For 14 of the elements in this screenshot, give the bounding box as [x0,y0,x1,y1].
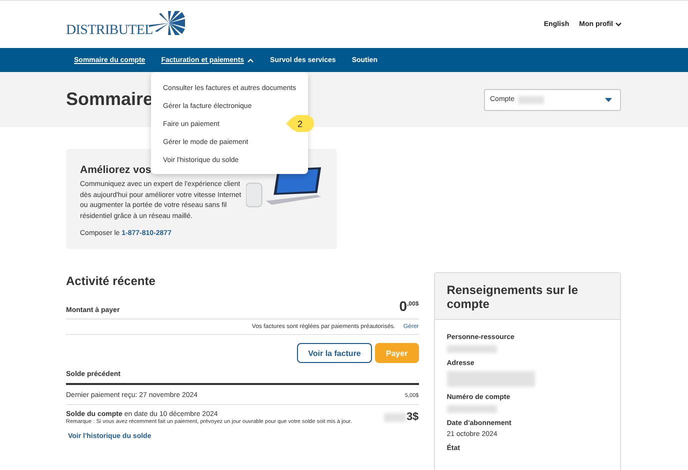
callout-badge: 2 [286,115,314,132]
redacted-block [384,412,406,422]
section-title: Activité récente [66,274,156,288]
panel-title: Renseignements sur le compte [446,283,580,312]
amount-due: 0$^{,00$}$ [399,298,419,314]
promo-title: Améliorez vos [80,164,152,176]
redacted-block [518,96,544,104]
page-title: Sommaire [66,89,154,110]
balance-amount: 3$ [406,411,419,423]
view-bill-button[interactable]: Voir la facture [297,343,372,363]
dropdown-arrow-icon [605,98,612,102]
redacted-block [446,345,497,353]
redacted-block [446,405,497,413]
logo-wordmark: DISTRIBUTEL [66,22,153,38]
